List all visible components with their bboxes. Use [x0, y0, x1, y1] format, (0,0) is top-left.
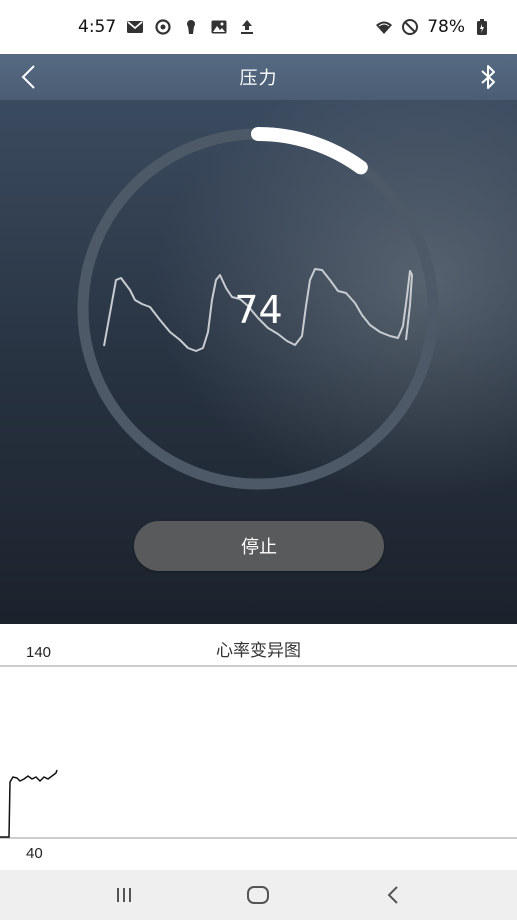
gauge-progress-arc [251, 127, 368, 175]
hrv-chart: 心率变异图 140 40 [0, 624, 517, 870]
stop-button[interactable]: 停止 [134, 521, 384, 571]
hrv-chart-title: 心率变异图 [216, 641, 301, 660]
top-app-bar: 压力 [0, 54, 517, 100]
sync-icon [154, 18, 172, 36]
hrv-y-min-label: 40 [26, 845, 43, 862]
status-time: 4:57 [78, 17, 117, 37]
stress-value: 74 [234, 288, 283, 332]
upload-icon [238, 18, 256, 36]
do-not-disturb-icon [401, 18, 419, 36]
back-icon[interactable] [380, 883, 408, 907]
wifi-icon [375, 18, 393, 36]
battery-icon [473, 18, 491, 36]
stress-measure-panel: 74 停止 [0, 100, 517, 624]
system-nav-bar [0, 870, 517, 920]
gmail-icon [126, 18, 144, 36]
hrv-line [0, 769, 58, 838]
status-bar: 4:57 78% [0, 0, 517, 54]
keyhole-icon [182, 18, 200, 36]
recent-apps-icon[interactable] [110, 883, 138, 907]
stop-button-label: 停止 [241, 537, 277, 557]
bluetooth-icon[interactable] [475, 63, 501, 91]
hrv-y-max-label: 140 [26, 644, 52, 661]
battery-percent: 78% [427, 17, 465, 37]
image-icon [210, 18, 228, 36]
chevron-left-icon[interactable] [14, 62, 44, 92]
home-icon[interactable] [244, 883, 272, 907]
page-title: 压力 [239, 68, 278, 88]
